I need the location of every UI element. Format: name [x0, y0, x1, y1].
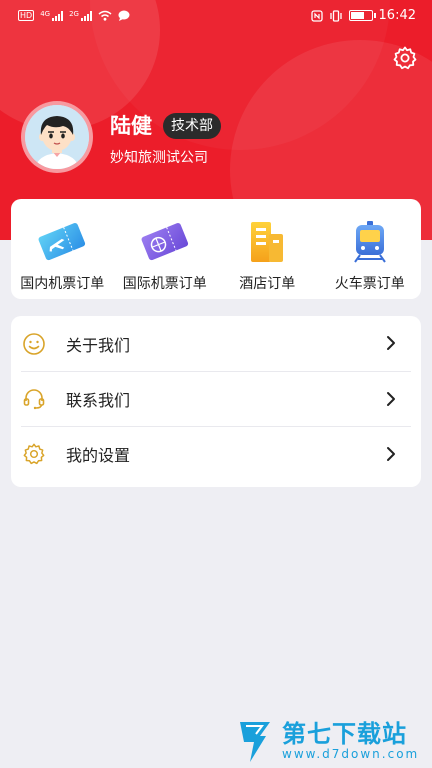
menu-card: 关于我们 联系我们 我的设置	[11, 316, 421, 487]
clock: 16:42	[378, 8, 416, 23]
train-icon	[353, 221, 386, 263]
order-label: 国内机票订单	[20, 276, 105, 292]
train-order-entry[interactable]: 火车票订单	[319, 199, 422, 299]
menu-label: 我的设置	[66, 446, 131, 465]
watermark-url: www.d7down.com	[282, 747, 420, 761]
domestic-flight-ticket-icon	[38, 222, 86, 261]
chevron-right-icon	[387, 336, 395, 350]
department-badge: 技术部	[163, 113, 221, 139]
watermark: 第七下载站 www.d7down.com	[236, 718, 419, 764]
hotel-icon	[251, 222, 284, 262]
about-us-row[interactable]: 关于我们	[11, 316, 421, 371]
domestic-flight-order-entry[interactable]: 国内机票订单	[11, 199, 114, 299]
watermark-logo-icon	[240, 722, 270, 762]
avatar[interactable]	[21, 101, 93, 173]
user-name: 陆健	[110, 114, 152, 138]
wifi-icon	[98, 10, 112, 21]
hd-icon: HD	[18, 10, 35, 21]
vibrate-icon	[329, 9, 342, 22]
headset-icon	[23, 389, 45, 410]
international-flight-order-entry[interactable]: 国际机票订单	[114, 199, 217, 299]
menu-label: 联系我们	[66, 391, 131, 410]
status-bar: HD 4G 2G 16:42	[0, 0, 432, 34]
nfc-icon	[310, 9, 323, 22]
chevron-right-icon	[387, 392, 395, 406]
order-label: 火车票订单	[334, 276, 405, 292]
avatar-illustration-icon	[25, 105, 89, 169]
hotel-order-entry[interactable]: 酒店订单	[216, 199, 319, 299]
message-icon	[118, 10, 130, 21]
orders-card: 国内机票订单 国际机票订单 酒店订单 火车票订单	[11, 199, 421, 299]
signal-icon: 4G	[40, 10, 64, 21]
my-settings-row[interactable]: 我的设置	[21, 426, 411, 481]
watermark-title: 第七下载站	[282, 720, 407, 748]
company-name: 妙知旅测试公司	[110, 150, 208, 166]
battery-icon	[348, 10, 376, 21]
contact-us-row[interactable]: 联系我们	[21, 371, 411, 426]
international-flight-ticket-icon	[141, 222, 188, 261]
signal-icon-2: 2G	[69, 10, 92, 21]
order-label: 国际机票订单	[122, 276, 207, 292]
settings-gear-icon[interactable]	[392, 45, 418, 71]
order-label: 酒店订单	[239, 276, 296, 292]
menu-label: 关于我们	[66, 335, 131, 355]
chevron-right-icon	[387, 447, 395, 461]
gear-icon	[23, 443, 45, 465]
smile-icon	[23, 332, 45, 355]
